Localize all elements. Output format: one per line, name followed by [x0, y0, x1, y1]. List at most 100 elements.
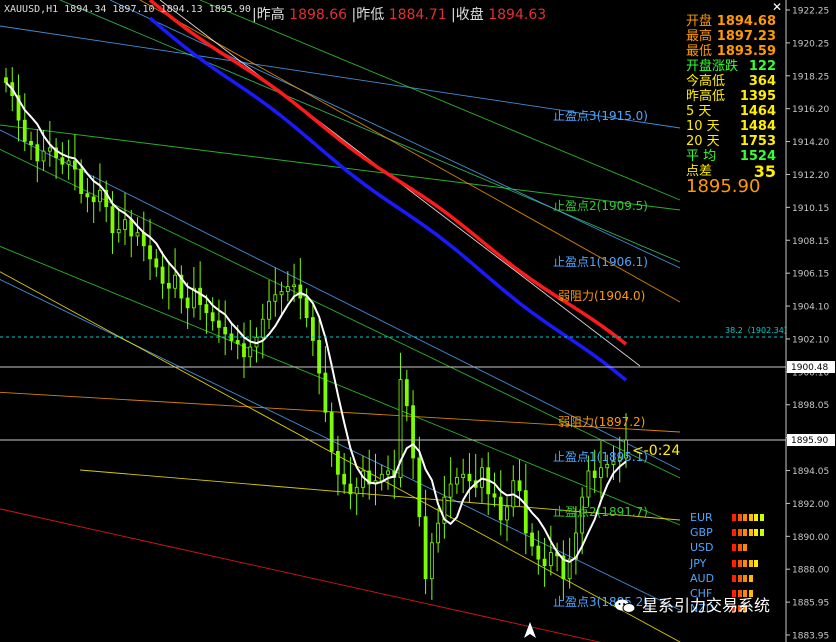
info-label: 20 天: [686, 134, 720, 149]
strength-bars: [732, 574, 772, 582]
candle-body: [29, 140, 33, 146]
candle-body: [285, 286, 290, 292]
candle-body: [160, 266, 165, 284]
axis-tick-label: 1892.00: [792, 500, 829, 510]
symbol-label: XAUUSD,H1: [4, 4, 59, 15]
currency-row-usd: USD: [690, 540, 747, 555]
strength-bars: [732, 529, 772, 537]
info-label: 开盘: [686, 14, 713, 29]
candle-body: [110, 206, 115, 234]
candle-body: [35, 144, 40, 162]
close-value: 1894.63: [488, 7, 547, 23]
hline-tag-label: 1900.48: [791, 363, 828, 373]
moving-averages: [5, 0, 628, 563]
axis-tick-label: 1920.25: [792, 39, 829, 49]
price-tag-label: 1895.90: [791, 436, 828, 446]
strength-bar: [737, 559, 742, 567]
channel-lines: [0, 0, 681, 642]
strength-bar: [743, 574, 747, 582]
candle-body: [223, 326, 228, 335]
candle-body: [342, 473, 347, 485]
candle-body: [66, 160, 71, 165]
info-value: 1484: [739, 119, 776, 134]
price-chart[interactable]: 止盈点3(1915.0) 止盈点2(1909.5) 止盈点1(1906.1) 弱阻力(…: [0, 0, 836, 642]
candle-body: [85, 193, 90, 198]
ma-red-line: [148, 0, 628, 346]
candle-body: [292, 284, 296, 287]
strength-bar: [737, 544, 742, 552]
info-label: 今高低: [686, 74, 726, 89]
close-icon[interactable]: ✕: [772, 0, 782, 14]
level-tp1-upper: 止盈点1(1906.1): [553, 255, 648, 269]
candle-body: [480, 467, 484, 488]
info-value: 1395: [739, 89, 776, 104]
axis-tick-label: 1883.95: [792, 632, 829, 642]
candle-body: [198, 287, 203, 305]
wechat-icon: [614, 598, 636, 614]
prev-day-summary: |昨高 1898.66 |昨低 1884.71 |收盘 1894.63: [252, 7, 547, 23]
currency-row-jpy: JPY: [690, 556, 758, 571]
candle-body: [304, 297, 309, 319]
currency-code: JPY: [690, 556, 707, 570]
chart-header: XAUUSD,H1 1894.34 1897.10 1894.13 1895.9…: [4, 4, 251, 15]
candle-body: [455, 477, 459, 485]
info-row: 今高低 364: [686, 74, 776, 89]
axis-tick-label: 1904.10: [792, 303, 829, 313]
candle-body: [91, 196, 96, 203]
currency-code: AUD: [690, 571, 715, 585]
strength-bar: [754, 514, 758, 521]
info-value: 1897.23: [716, 29, 776, 44]
candle-body: [404, 379, 409, 407]
candle-body: [248, 346, 253, 358]
candle-body: [467, 473, 472, 482]
strength-bars: [732, 544, 772, 552]
candle-body: [423, 516, 428, 580]
candle-body: [267, 300, 271, 320]
currency-row-eur: EUR: [690, 510, 764, 525]
candle-body: [123, 219, 127, 230]
strength-bar: [732, 544, 736, 552]
candle-body: [98, 189, 102, 203]
strength-bar: [759, 529, 764, 537]
channel-line-10: [0, 278, 681, 611]
strength-bar: [737, 514, 742, 521]
close-label: 收盘: [455, 7, 484, 23]
strength-bar: [743, 514, 747, 521]
watermark-text: 星系引力交易系统: [642, 596, 771, 615]
candle-body: [492, 493, 497, 498]
candle-body: [505, 506, 509, 521]
candle-body: [348, 483, 353, 495]
watermark: 星系引力交易系统: [614, 592, 770, 616]
currency-row-gbp: GBP: [690, 525, 764, 540]
prev-high-label: 昨高: [256, 7, 285, 23]
info-value: 122: [748, 59, 776, 74]
axis-tick-label: 1914.20: [792, 138, 829, 148]
current-price-row: 1895.90: [686, 178, 776, 201]
candle-body: [599, 467, 603, 478]
candle-body: [536, 545, 541, 560]
prev-low-label: 昨低: [356, 7, 385, 23]
axis-tick-label: 1902.10: [792, 335, 829, 345]
candle-body: [129, 219, 134, 237]
info-value: 1893.59: [716, 44, 776, 59]
info-value: 1464: [739, 104, 776, 119]
strength-bars: [732, 559, 772, 567]
prev-high-value: 1898.66: [289, 7, 348, 23]
axis-tick-label: 1906.15: [792, 270, 829, 280]
strength-bar: [732, 574, 736, 582]
strength-bar: [743, 544, 747, 552]
strength-bar: [743, 559, 747, 567]
candle-body: [135, 232, 140, 237]
info-row: 最高 1897.23: [686, 29, 776, 44]
strength-bar: [748, 514, 753, 521]
info-row: 开盘 1894.68: [686, 14, 776, 29]
candle-body: [605, 464, 610, 469]
strength-bar: [754, 529, 758, 537]
axis-tick-label: 1908.15: [792, 237, 829, 247]
price-axis: 1922.25 1920.25 1918.25 1916.20 1914.20 1912.…: [785, 0, 836, 642]
candle-body: [148, 245, 152, 260]
currency-code: GBP: [690, 526, 713, 540]
axis-tick-label: 1898.05: [792, 401, 829, 411]
info-value: 364: [748, 74, 776, 89]
candle-body: [204, 304, 209, 314]
